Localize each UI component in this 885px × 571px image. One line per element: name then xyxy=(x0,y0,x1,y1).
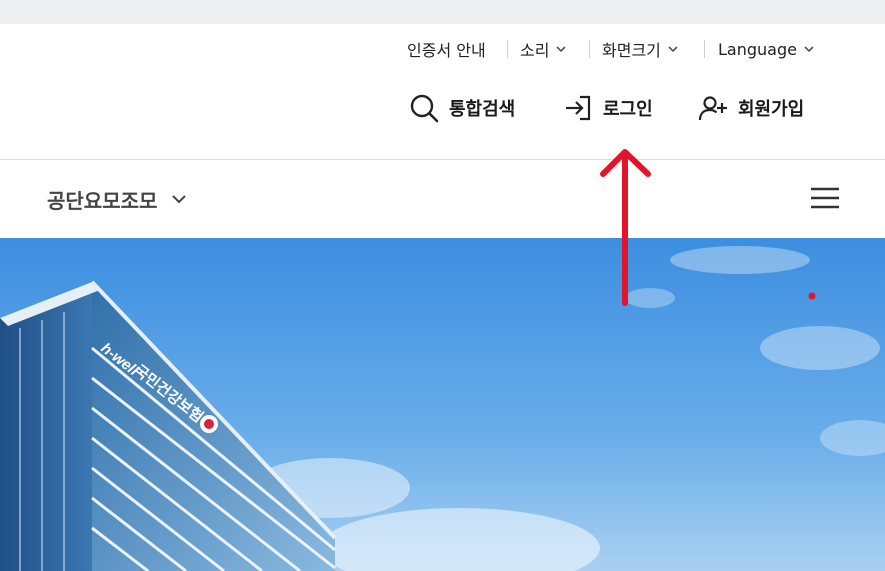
login-button[interactable]: 로그인 xyxy=(563,86,653,130)
utility-separator xyxy=(589,40,590,58)
site-selector-label: 공단요모조모 xyxy=(47,188,158,213)
utility-bar: 인증서 안내 소리 화면크기 Language xyxy=(0,36,885,62)
login-icon xyxy=(566,95,591,121)
building-photo: h-well 국민건강보험 xyxy=(0,238,885,571)
search-icon xyxy=(410,94,439,123)
page: 인증서 안내 소리 화면크기 Language 통합검색 로그인 회원가입 공단… xyxy=(0,0,885,571)
screen-size-dropdown[interactable]: 화면크기 xyxy=(602,36,679,62)
utility-separator xyxy=(507,40,508,58)
site-selector-dropdown[interactable]: 공단요모조모 xyxy=(47,182,187,216)
utility-separator xyxy=(704,40,705,58)
sound-label: 소리 xyxy=(520,41,550,60)
signup-button[interactable]: 회원가입 xyxy=(698,86,804,130)
sound-dropdown[interactable]: 소리 xyxy=(520,36,567,62)
language-dropdown[interactable]: Language xyxy=(718,36,815,62)
browser-top-strip xyxy=(0,0,885,24)
chevron-down-icon xyxy=(172,195,187,204)
search-label: 통합검색 xyxy=(449,99,516,120)
language-label: Language xyxy=(718,39,797,59)
hero-image: h-well 국민건강보험 xyxy=(0,238,885,571)
cert-guide-label: 인증서 안내 xyxy=(407,41,486,60)
red-dot xyxy=(808,292,816,300)
chevron-down-icon xyxy=(804,46,814,53)
screen-size-label: 화면크기 xyxy=(602,41,661,60)
login-label: 로그인 xyxy=(603,99,653,120)
add-user-icon xyxy=(698,96,727,121)
signup-label: 회원가입 xyxy=(738,99,805,120)
chevron-down-icon xyxy=(668,46,678,53)
chevron-down-icon xyxy=(556,46,567,53)
main-nav: 통합검색 로그인 회원가입 xyxy=(0,86,885,130)
menu-icon[interactable] xyxy=(809,186,841,210)
search-button[interactable]: 통합검색 xyxy=(409,86,515,130)
cert-guide-link[interactable]: 인증서 안내 xyxy=(407,36,486,62)
sub-header: 공단요모조모 xyxy=(0,160,885,238)
